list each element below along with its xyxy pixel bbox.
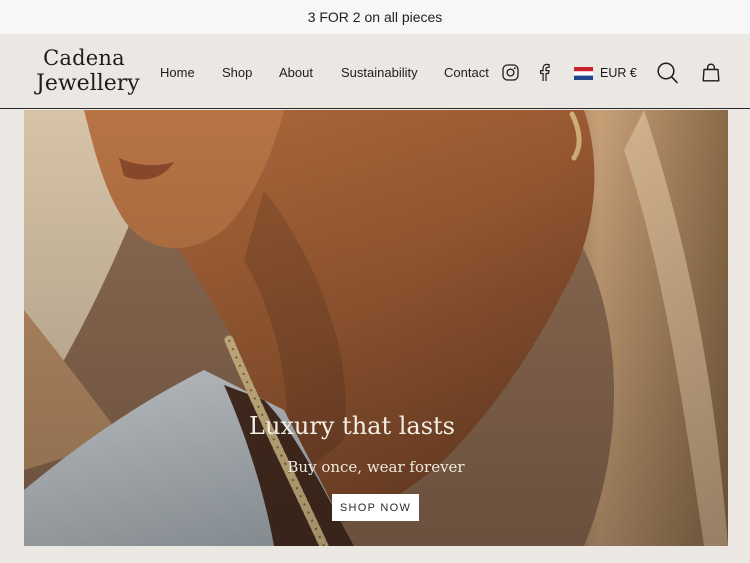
facebook-icon[interactable]	[538, 63, 550, 82]
currency-label: EUR €	[600, 66, 637, 80]
logo-line-1: Cadena	[43, 46, 125, 70]
hero-image	[24, 110, 728, 546]
nav-link-about[interactable]: About	[279, 65, 313, 80]
site-header: Cadena Jewellery Home Shop About Sustain…	[0, 34, 750, 109]
nav-link-home[interactable]: Home	[160, 65, 195, 80]
nav-link-contact[interactable]: Contact	[444, 65, 489, 80]
instagram-icon[interactable]	[502, 64, 519, 81]
currency-selector[interactable]: EUR €	[574, 65, 637, 81]
announcement-bar: 3 FOR 2 on all pieces	[0, 0, 750, 34]
hero-title: Luxury that lasts	[249, 412, 455, 440]
hero-subtitle: Buy once, wear forever	[287, 458, 465, 476]
nav-link-shop[interactable]: Shop	[222, 65, 252, 80]
logo-line-2: Jewellery	[36, 71, 140, 96]
logo[interactable]: Cadena Jewellery	[36, 46, 140, 96]
cart-bag-icon[interactable]	[702, 63, 720, 82]
shop-now-button[interactable]: SHOP NOW	[332, 494, 419, 521]
nav-link-sustainability[interactable]: Sustainability	[341, 65, 418, 80]
netherlands-flag-icon	[574, 66, 593, 80]
hero-banner	[24, 110, 728, 546]
announcement-text: 3 FOR 2 on all pieces	[307, 9, 443, 25]
search-icon[interactable]	[657, 62, 678, 84]
